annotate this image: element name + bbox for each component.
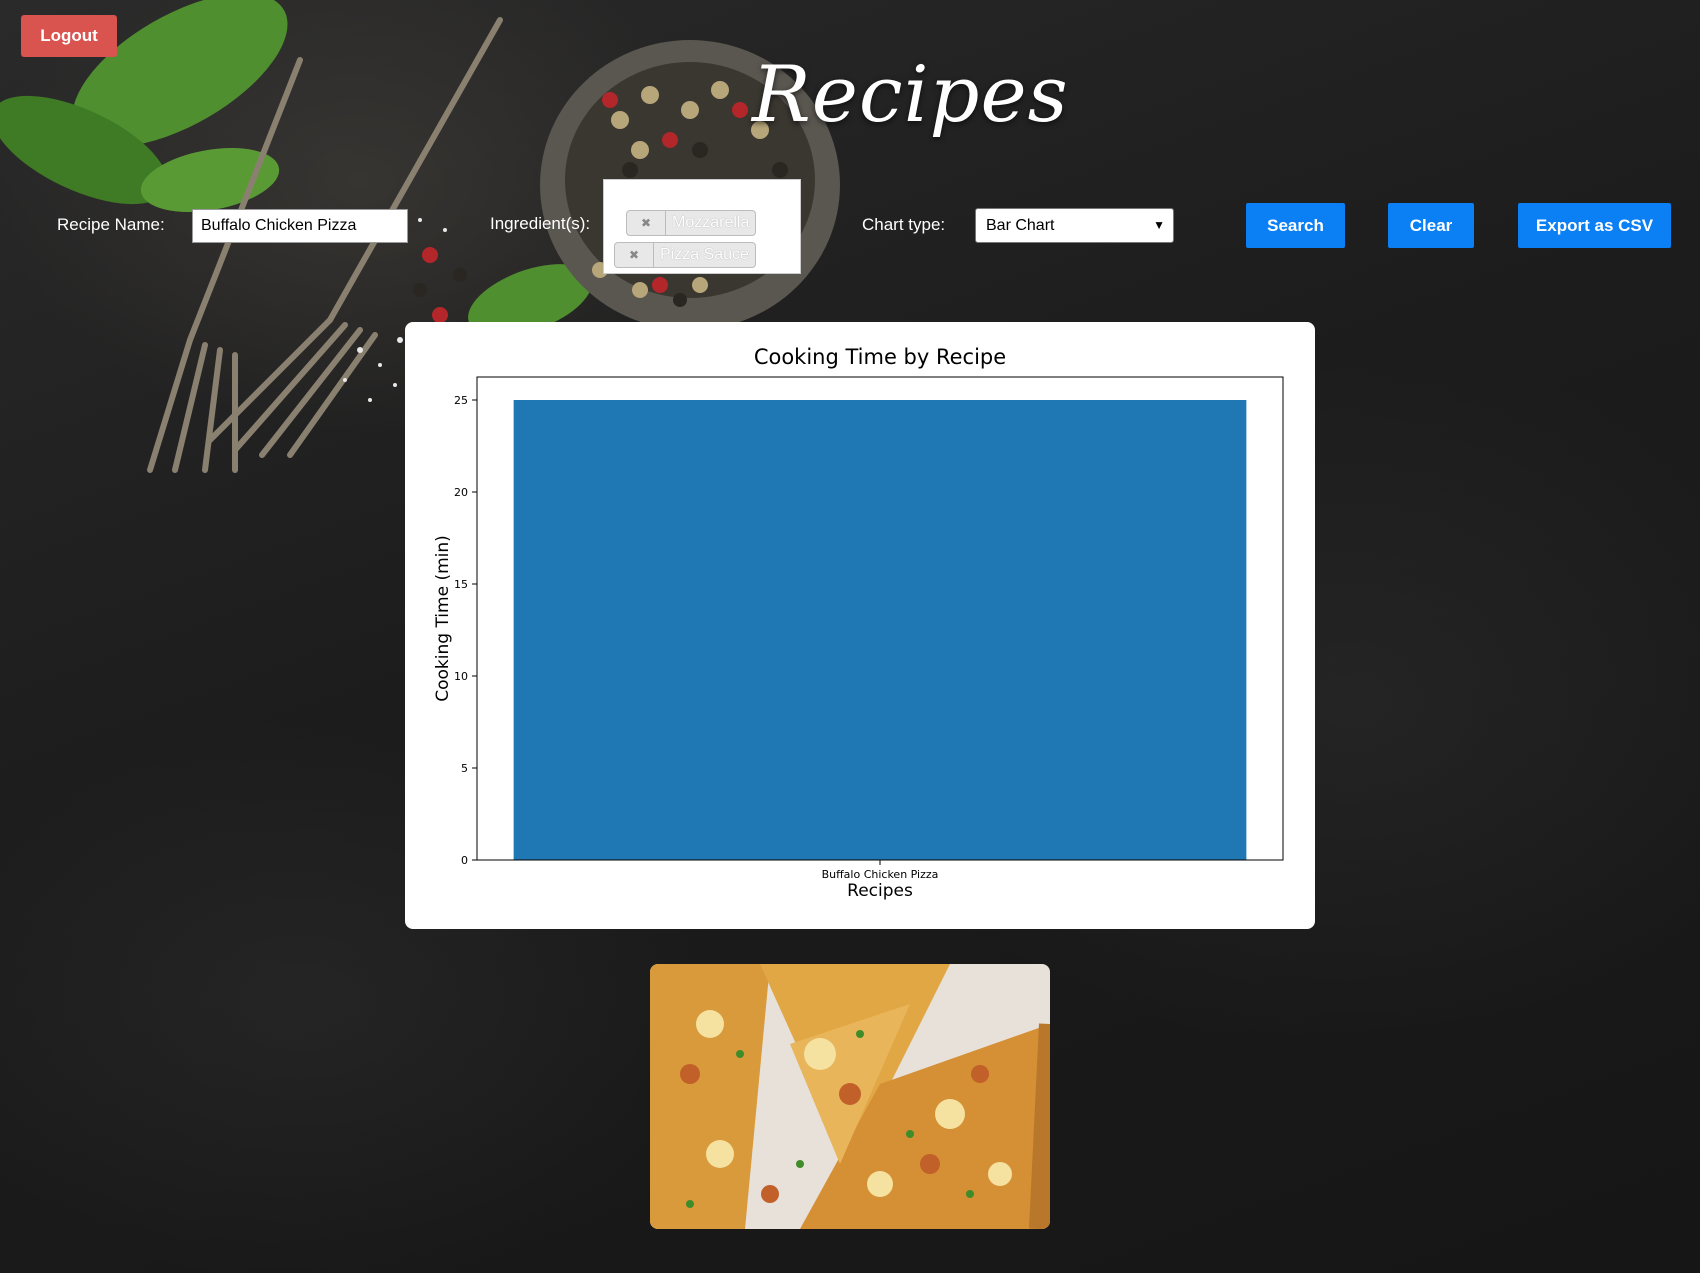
ingredient-tag: ✖ Pizza Sauce: [614, 242, 756, 268]
x-tick-label: Buffalo Chicken Pizza: [822, 868, 939, 881]
y-tick-label: 10: [454, 670, 468, 683]
recipe-image: [650, 964, 1050, 1229]
y-tick-label: 25: [454, 394, 468, 407]
page-title: Recipes: [752, 50, 1069, 140]
y-tick-label: 15: [454, 578, 468, 591]
chart-type-value: Bar Chart: [986, 217, 1055, 234]
pizza-image: [650, 964, 1050, 1229]
chart-type-select[interactable]: Bar Chart ▼: [975, 208, 1174, 243]
cooking-time-chart: Cooking Time by Recipe Buffalo Chicken Pi…: [433, 345, 1284, 901]
ingredients-label: Ingredient(s):: [490, 214, 591, 233]
y-tick-label: 5: [461, 762, 468, 775]
export-csv-button[interactable]: Export as CSV: [1518, 203, 1671, 248]
y-tick-label: 0: [461, 854, 468, 867]
clear-button[interactable]: Clear: [1388, 203, 1474, 248]
ingredients-multiselect[interactable]: ✖ Mozzarella ✖ Pizza Sauce: [603, 179, 801, 274]
search-button[interactable]: Search: [1246, 203, 1345, 248]
y-tick-label: 20: [454, 486, 468, 499]
chart-title: Cooking Time by Recipe: [754, 345, 1006, 369]
recipe-name-input[interactable]: Buffalo Chicken Pizza: [192, 209, 408, 243]
chart-type-label: Chart type:: [862, 215, 946, 234]
logout-button[interactable]: Logout: [21, 15, 117, 57]
x-axis-label: Recipes: [847, 881, 913, 901]
recipe-name-label: Recipe Name:: [57, 215, 165, 234]
ingredient-tag: ✖ Mozzarella: [626, 210, 757, 236]
close-icon[interactable]: ✖: [627, 211, 666, 235]
chart-bar: [513, 400, 1247, 860]
ingredient-tag-label: Pizza Sauce: [660, 246, 749, 263]
close-icon[interactable]: ✖: [615, 243, 654, 267]
ingredient-tag-label: Mozzarella: [672, 214, 750, 231]
chevron-down-icon: ▼: [1153, 218, 1165, 232]
chart-card: Cooking Time by Recipe Buffalo Chicken Pi…: [405, 322, 1315, 929]
y-axis-label: Cooking Time (min): [433, 535, 453, 702]
